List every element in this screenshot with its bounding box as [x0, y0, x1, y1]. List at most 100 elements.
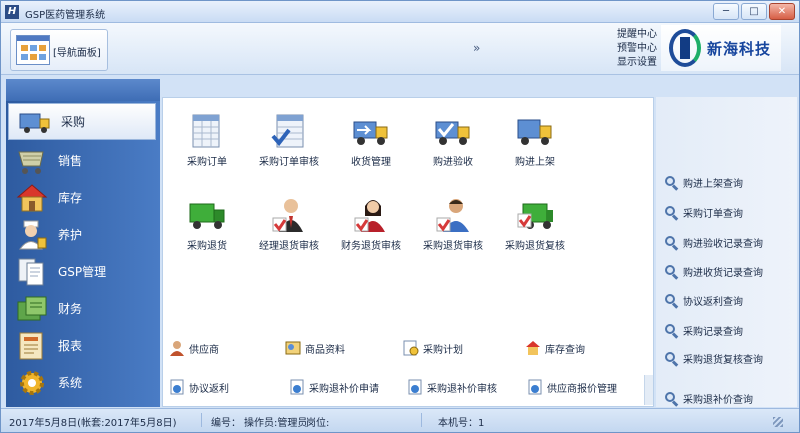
status-divider [201, 413, 202, 427]
status-post: 岗位: [306, 418, 330, 429]
query-label: 购进上架查询 [683, 179, 743, 190]
grid-item-label: 财务退货审核 [341, 241, 401, 252]
query-link[interactable]: 购进上架查询 [665, 175, 743, 191]
rebate-link[interactable]: 协议返利 [169, 379, 229, 395]
manager-icon [269, 196, 309, 234]
sidebar-item-finance[interactable]: 财务 [6, 290, 160, 327]
sidebar-item-purchase[interactable]: 采购 [8, 103, 156, 140]
sidebar-item-label: 采购 [61, 115, 86, 129]
sidebar-item-label: 报表 [58, 339, 83, 353]
link-label: 商品资料 [305, 344, 345, 356]
buyer-icon [433, 196, 473, 234]
query-link[interactable]: 购进收货记录查询 [665, 264, 763, 280]
purchase-return-audit-button[interactable]: 采购退货审核 [413, 196, 493, 252]
status-code: 编号： [211, 418, 241, 429]
app-window: H GSP医药管理系统 ─ □ ✕ [导航面板] » 提醒中心 预警中心 显示设… [0, 0, 800, 433]
status-date: 2017年5月8日(帐套:2017年5月8日) [9, 418, 177, 429]
purchase-return-review-button[interactable]: 采购退货复核 [495, 196, 575, 252]
shelving-button[interactable]: 购进上架 [495, 112, 575, 168]
price-adjust-apply-link[interactable]: 采购退补价申请 [289, 379, 379, 395]
status-operator: 操作员:管理员 [244, 418, 308, 429]
receiving-button[interactable]: 收货管理 [331, 112, 411, 168]
order-audit-icon [269, 112, 309, 150]
sidebar-item-sales[interactable]: 销售 [6, 142, 160, 179]
sidebar-item-label: 系统 [58, 376, 83, 390]
supplier-link[interactable]: 供应商 [169, 340, 219, 356]
sidebar-item-label: GSP管理 [58, 265, 107, 279]
app-logo-icon: H [5, 5, 19, 19]
link-label: 库存查询 [545, 344, 585, 356]
title-bar: H GSP医药管理系统 ─ □ ✕ [1, 1, 799, 23]
sidebar-item-system[interactable]: 系统 [6, 364, 160, 401]
rebate-icon [169, 379, 185, 395]
purchase-order-audit-button[interactable]: 采购订单审核 [249, 112, 329, 168]
link-label: 采购计划 [423, 344, 463, 356]
link-label: 协议返利 [189, 383, 229, 395]
plan-icon [403, 340, 419, 356]
query-link[interactable]: 购进验收记录查询 [665, 235, 763, 251]
sidebar-item-inventory[interactable]: 库存 [6, 179, 160, 216]
goods-icon [285, 340, 301, 356]
inspection-button[interactable]: 购进验收 [413, 112, 493, 168]
supplier-icon [169, 340, 185, 356]
minimize-button[interactable]: ─ [713, 3, 739, 20]
sidebar-item-label: 销售 [58, 154, 83, 168]
link-label: 采购退补价申请 [309, 383, 379, 395]
query-panel: 购进上架查询 采购订单查询 购进验收记录查询 购进收货记录查询 协议返利查询 采… [656, 97, 797, 407]
price-adjust-audit-link[interactable]: 采购退补价审核 [407, 379, 497, 395]
collapse-chevron-icon[interactable]: » [473, 41, 480, 55]
resize-grip-icon[interactable] [773, 417, 783, 427]
stock-query-icon [525, 340, 541, 356]
grid-item-label: 购进验收 [433, 157, 473, 168]
link-label: 供应商 [189, 344, 219, 356]
manager-return-audit-button[interactable]: 经理退货审核 [249, 196, 329, 252]
finance-return-audit-button[interactable]: 财务退货审核 [331, 196, 411, 252]
sidebar-item-maintenance[interactable]: 养护 [6, 216, 160, 253]
query-label: 采购订单查询 [683, 209, 743, 220]
window-controls: ─ □ ✕ [713, 3, 795, 20]
query-label: 协议返利查询 [683, 297, 743, 308]
return-review-icon [515, 196, 555, 234]
finance-icon [16, 294, 48, 324]
warning-center-link[interactable]: 预警中心 [617, 42, 657, 55]
sidebar-item-reports[interactable]: 报表 [6, 327, 160, 364]
query-label: 采购记录查询 [683, 327, 743, 338]
status-machine: 本机号：1 [438, 418, 485, 429]
query-link[interactable]: 采购退补价查询 [665, 391, 753, 407]
grid-item-label: 采购退货复核 [505, 241, 565, 252]
nurse-icon [16, 220, 48, 250]
maximize-button[interactable]: □ [741, 3, 767, 20]
close-button[interactable]: ✕ [769, 3, 795, 20]
purchase-return-button[interactable]: 采购退货 [167, 196, 247, 252]
link-label: 采购退补价审核 [427, 383, 497, 395]
search-icon [665, 391, 679, 407]
search-icon [665, 264, 679, 280]
stock-query-link[interactable]: 库存查询 [525, 340, 585, 356]
truck-icon [19, 107, 51, 137]
grid-item-label: 采购订单 [187, 157, 227, 168]
house-icon [16, 183, 48, 213]
reminder-center-link[interactable]: 提醒中心 [617, 28, 657, 41]
company-logo: 新海科技 [661, 25, 781, 71]
ribbon: [导航面板] » 提醒中心 预警中心 显示设置 新海科技 [1, 23, 799, 75]
display-settings-link[interactable]: 显示设置 [617, 56, 657, 69]
grid-item-label: 采购退货审核 [423, 241, 483, 252]
sidebar-item-gsp[interactable]: GSP管理 [6, 253, 160, 290]
receiving-icon [351, 112, 391, 150]
documents-icon [16, 257, 48, 287]
query-link[interactable]: 协议返利查询 [665, 293, 743, 309]
main-scrollbar[interactable] [644, 375, 653, 405]
purchase-order-button[interactable]: 采购订单 [167, 112, 247, 168]
purchase-plan-link[interactable]: 采购计划 [403, 340, 463, 356]
query-link[interactable]: 采购订单查询 [665, 205, 743, 221]
query-link[interactable]: 采购记录查询 [665, 323, 743, 339]
query-link[interactable]: 采购退货复核查询 [665, 351, 763, 367]
ribbon-tools: 提醒中心 预警中心 显示设置 [617, 28, 657, 69]
nav-panel-label: [导航面板] [53, 48, 101, 59]
goods-info-link[interactable]: 商品资料 [285, 340, 345, 356]
sidebar-item-label: 养护 [58, 228, 83, 242]
nav-panel-button[interactable]: [导航面板] [10, 29, 108, 71]
grid-item-label: 收货管理 [351, 157, 391, 168]
supplier-quote-link[interactable]: 供应商报价管理 [527, 379, 617, 395]
quote-icon [527, 379, 543, 395]
